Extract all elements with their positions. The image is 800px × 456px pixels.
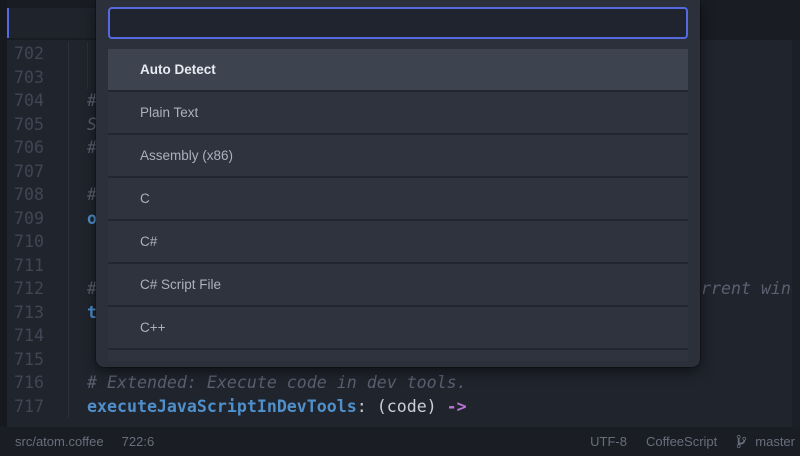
- code-line-716[interactable]: # Extended: Execute code in dev tools.: [87, 371, 467, 395]
- code-segment: (code): [377, 397, 447, 416]
- cursor-position[interactable]: 722:6: [122, 434, 155, 449]
- file-path: src/atom.coffee: [15, 434, 104, 449]
- grammar-item-label: C: [140, 191, 150, 206]
- grammar-item-plain-text[interactable]: Plain Text: [108, 92, 688, 133]
- grammar-selector-modal: Auto Detect Plain Text Assembly (x86) C C# C#…: [96, 0, 700, 367]
- grammar-list: Auto Detect Plain Text Assembly (x86) C C# C#…: [108, 49, 688, 361]
- code-overflow-fragment: rrent window.: [701, 277, 800, 301]
- grammar-indicator[interactable]: CoffeeScript: [646, 434, 717, 449]
- grammar-item-partial[interactable]: [108, 350, 688, 361]
- grammar-item-label: C++: [140, 320, 166, 335]
- grammar-item-c[interactable]: C: [108, 178, 688, 219]
- code-line-717[interactable]: executeJavaScriptInDevTools: (code) ->: [87, 395, 467, 419]
- grammar-search-input[interactable]: [108, 7, 688, 39]
- grammar-item-c-[interactable]: C#: [108, 221, 688, 262]
- grammar-item-label: C# Script File: [140, 277, 221, 292]
- git-branch-status: master: [736, 434, 795, 449]
- scrollbar-track[interactable]: [792, 40, 800, 427]
- grammar-item-auto-detect[interactable]: Auto Detect: [108, 49, 688, 90]
- grammar-item-c-[interactable]: C++: [108, 307, 688, 348]
- git-branch-icon: [736, 434, 747, 449]
- grammar-item-label: C#: [140, 234, 157, 249]
- grammar-item-label: Auto Detect: [140, 62, 216, 77]
- code-segment: :: [357, 397, 377, 416]
- code-segment: # Extended: Execute code in dev tools.: [87, 373, 467, 392]
- grammar-item-label: Plain Text: [140, 105, 198, 120]
- grammar-item-assembly-x86-[interactable]: Assembly (x86): [108, 135, 688, 176]
- grammar-item-label: Assembly (x86): [140, 148, 233, 163]
- grammar-item-c-script-file[interactable]: C# Script File: [108, 264, 688, 305]
- encoding-indicator[interactable]: UTF-8: [590, 434, 627, 449]
- branch-name: master: [755, 434, 795, 449]
- status-bar: src/atom.coffee 722:6 UTF-8 CoffeeScript…: [0, 427, 800, 456]
- window-left-edge: [0, 0, 7, 427]
- code-segment: executeJavaScriptInDevTools: [87, 397, 357, 416]
- background-mini-input: [7, 8, 96, 38]
- code-segment: ->: [447, 397, 467, 416]
